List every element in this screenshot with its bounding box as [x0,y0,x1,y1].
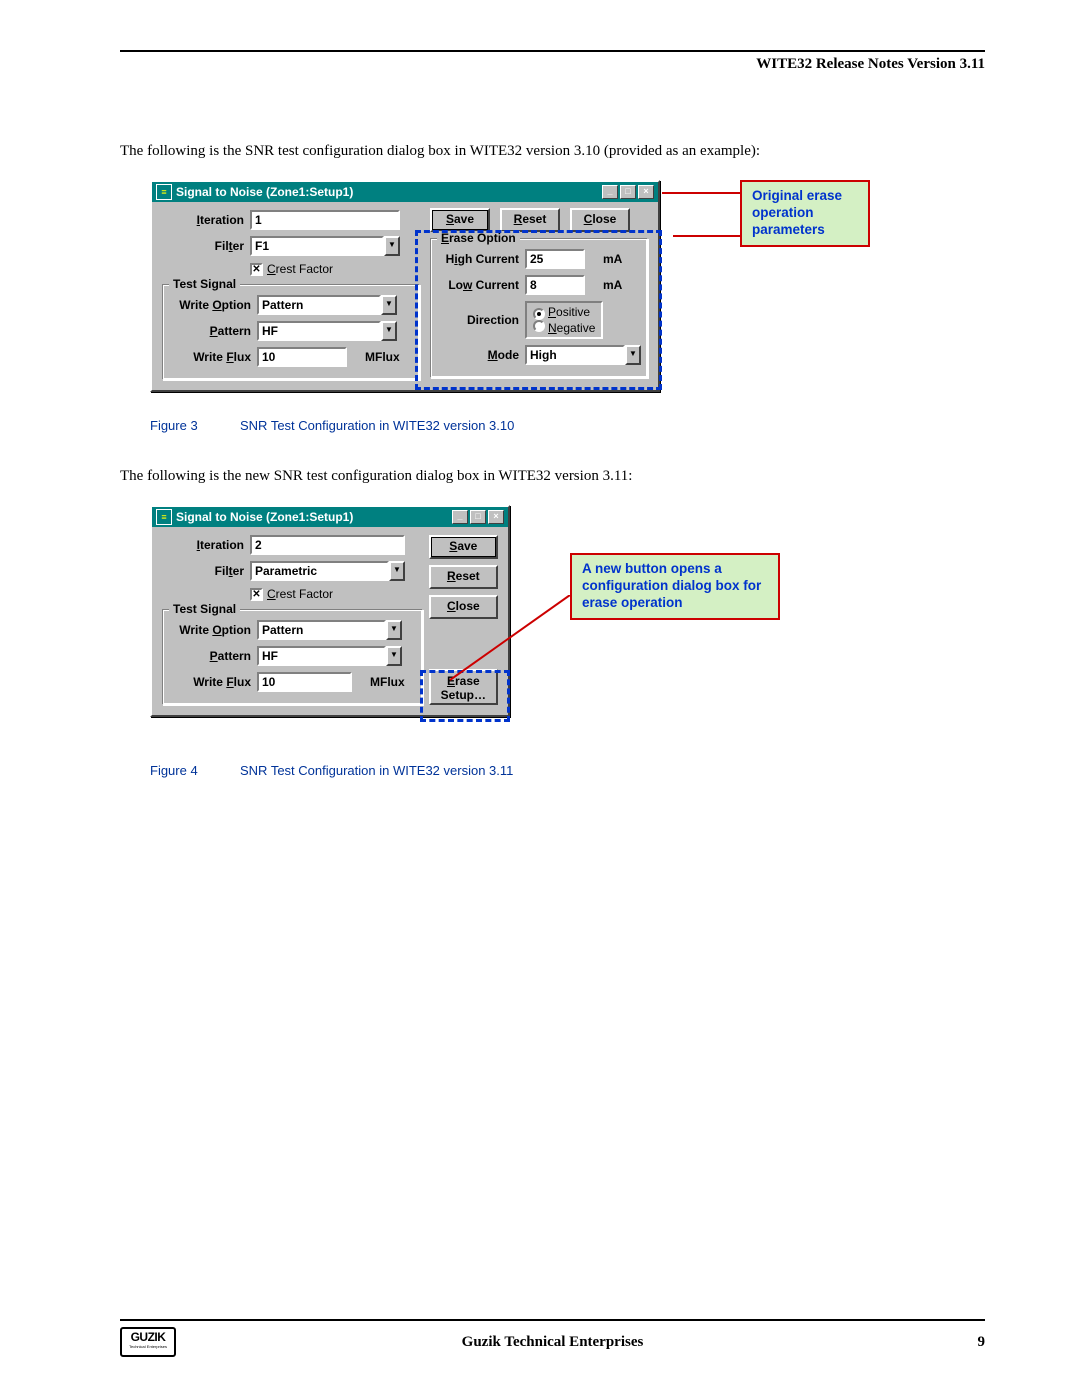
minimize-button[interactable]: _ [452,510,468,524]
page-header: WITE32 Release Notes Version 3.11 [120,56,985,73]
positive-label: Positive [548,305,590,319]
dialog-title: Signal to Noise (Zone1:Setup1) [176,185,353,199]
filter-select[interactable]: Parametric [250,561,389,581]
test-signal-group: Test Signal Write Option Pattern ▼ Patte… [162,609,423,705]
close-button[interactable]: Close [570,208,630,232]
save-button[interactable]: Save [429,535,498,559]
negative-radio[interactable] [533,320,545,332]
iteration-label: Iteration [162,213,250,227]
maximize-button[interactable]: □ [470,510,486,524]
close-button[interactable]: × [638,185,654,199]
test-signal-title: Test Signal [169,277,240,291]
figure-4-caption: Figure 4SNR Test Configuration in WITE32… [150,763,985,778]
reset-button[interactable]: Reset [500,208,560,232]
crest-factor-label: Crest Factor [267,587,333,601]
callout-connector [662,192,740,194]
pattern-select[interactable]: HF [257,646,386,666]
dropdown-icon[interactable]: ▼ [389,561,405,581]
high-current-label: High Current [437,252,525,266]
snr-dialog-v311: ≡ Signal to Noise (Zone1:Setup1) _ □ × I… [150,505,510,717]
callout-new-button: A new button opens a configuration dialo… [570,553,780,620]
test-signal-title: Test Signal [169,602,240,616]
test-signal-group: Test Signal Write Option Pattern ▼ Patte… [162,284,420,380]
dialog-title: Signal to Noise (Zone1:Setup1) [176,510,353,524]
maximize-button[interactable]: □ [620,185,636,199]
page-number: 9 [978,1334,986,1351]
erase-option-title: Erase Option [437,231,520,245]
mode-select[interactable]: High [525,345,625,365]
crest-factor-checkbox[interactable]: ✕ [250,263,263,276]
write-option-select[interactable]: Pattern [257,295,381,315]
pattern-select[interactable]: HF [257,321,381,341]
dropdown-icon[interactable]: ▼ [381,321,397,341]
write-flux-input[interactable]: 10 [257,347,347,367]
crest-factor-checkbox[interactable]: ✕ [250,588,263,601]
close-button[interactable]: × [488,510,504,524]
mode-label: Mode [437,348,525,362]
negative-label: Negative [548,321,595,335]
write-flux-input[interactable]: 10 [257,672,352,692]
dropdown-icon[interactable]: ▼ [386,646,402,666]
write-flux-unit: MFlux [365,350,400,364]
callout-connector [673,235,740,237]
iteration-label: Iteration [162,538,250,552]
guzik-logo: GUZIK Technical Enterprises [120,1327,176,1357]
direction-label: Direction [437,313,525,327]
iteration-input[interactable]: 1 [250,210,400,230]
write-option-label: Write Option [169,623,257,637]
write-flux-unit: MFlux [370,675,405,689]
reset-button[interactable]: Reset [429,565,498,589]
filter-select[interactable]: F1 [250,236,384,256]
write-flux-label: Write Flux [169,675,257,689]
intro-paragraph-2: The following is the new SNR test config… [120,468,985,485]
low-current-label: Low Current [437,278,525,292]
dropdown-icon[interactable]: ▼ [384,236,400,256]
write-option-select[interactable]: Pattern [257,620,386,640]
pattern-label: Pattern [169,324,257,338]
footer-company: Guzik Technical Enterprises [120,1334,985,1351]
crest-factor-label: Crest Factor [267,262,333,276]
snr-dialog-v310: ≡ Signal to Noise (Zone1:Setup1) _ □ × I… [150,180,660,392]
erase-setup-button[interactable]: EraseSetup… [429,669,498,705]
app-icon: ≡ [156,184,172,200]
write-flux-label: Write Flux [169,350,257,364]
dropdown-icon[interactable]: ▼ [625,345,641,365]
unit-ma: mA [603,278,622,292]
high-current-input[interactable]: 25 [525,249,585,269]
minimize-button[interactable]: _ [602,185,618,199]
positive-radio[interactable] [533,308,545,320]
save-button[interactable]: Save [430,208,490,232]
pattern-label: Pattern [169,649,257,663]
low-current-input[interactable]: 8 [525,275,585,295]
iteration-input[interactable]: 2 [250,535,405,555]
intro-paragraph-1: The following is the SNR test configurat… [120,143,985,160]
callout-original-erase: Original erase operation parameters [740,180,870,247]
erase-option-group: Erase Option High Current 25 mA Low Curr… [430,238,648,378]
close-button[interactable]: Close [429,595,498,619]
filter-label: Filter [162,564,250,578]
app-icon: ≡ [156,509,172,525]
dropdown-icon[interactable]: ▼ [381,295,397,315]
filter-label: Filter [162,239,250,253]
write-option-label: Write Option [169,298,257,312]
unit-ma: mA [603,252,622,266]
dropdown-icon[interactable]: ▼ [386,620,402,640]
figure-3-caption: Figure 3SNR Test Configuration in WITE32… [150,418,985,433]
